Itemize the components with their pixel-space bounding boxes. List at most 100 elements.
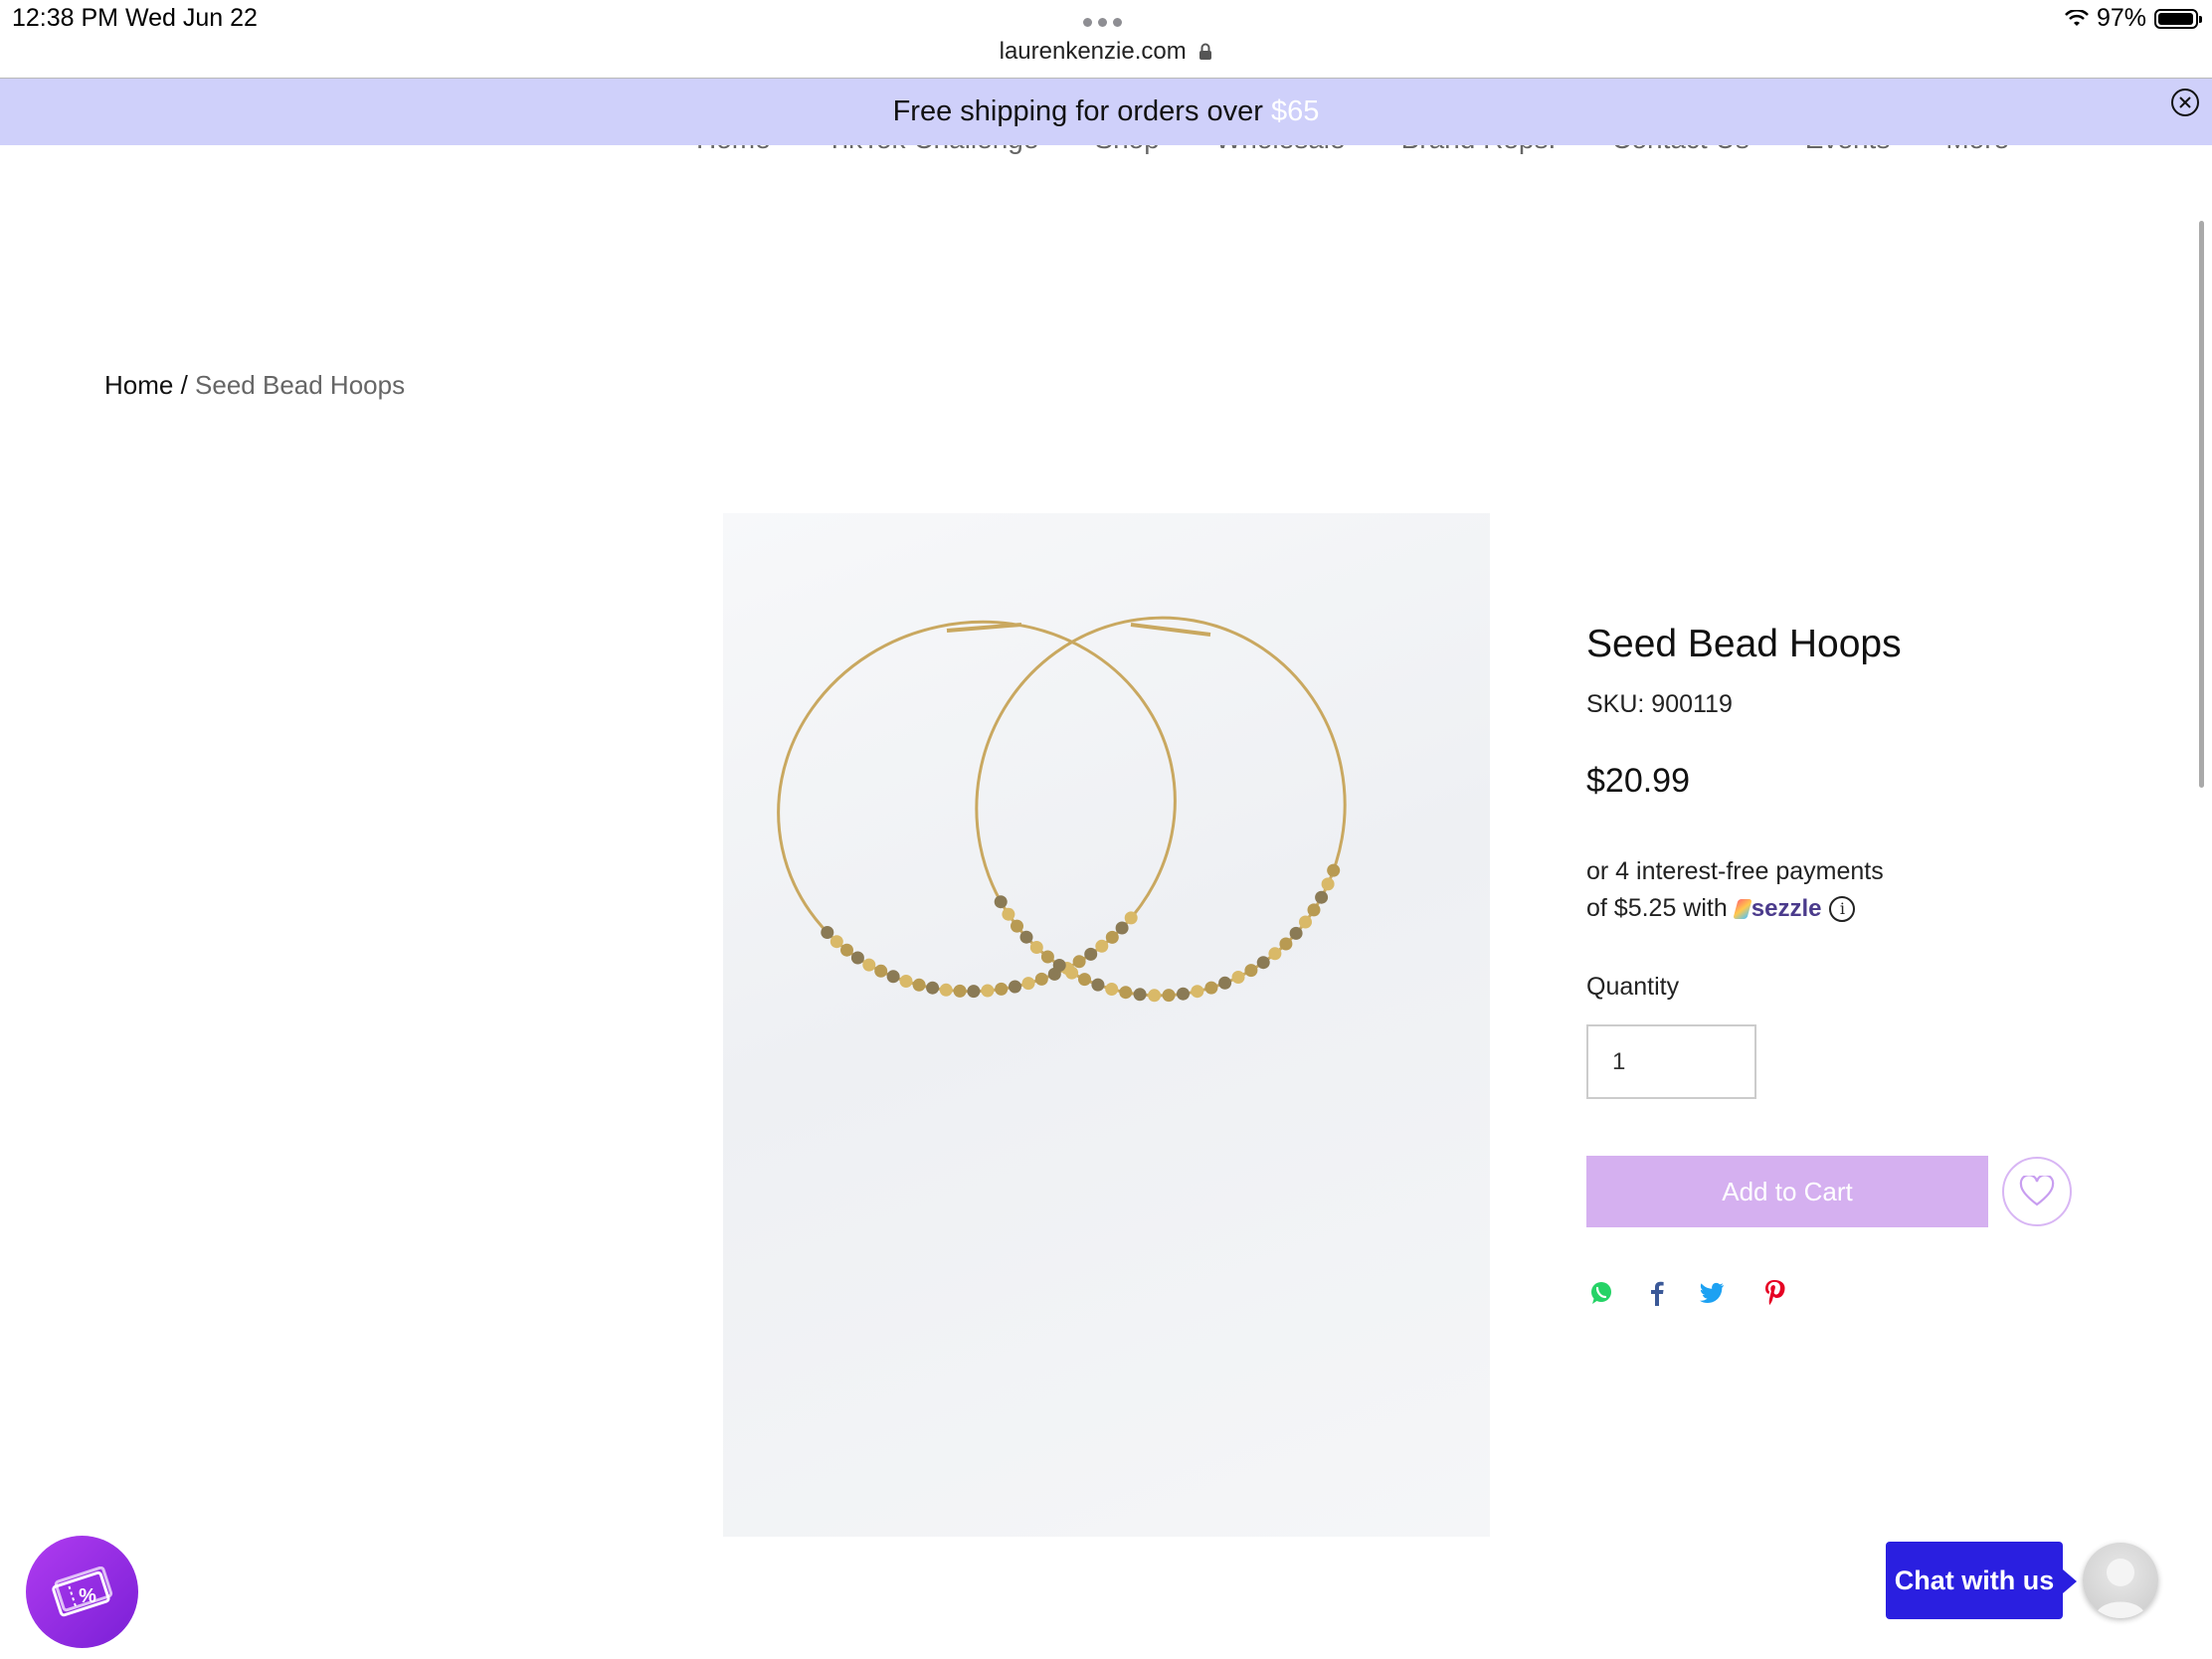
bead	[1279, 937, 1293, 951]
bead	[1204, 981, 1218, 995]
pinterest-icon	[1765, 1280, 1785, 1305]
nav-item-events[interactable]: Events	[1805, 145, 1891, 155]
bead	[926, 981, 940, 995]
bead	[1256, 956, 1270, 970]
coupon-icon: %	[51, 1566, 112, 1616]
nav-item-more[interactable]: More	[1945, 145, 2009, 155]
nav-item-brand-reps[interactable]: Brand Reps.	[1401, 145, 1557, 155]
bead	[1177, 987, 1190, 1001]
bead	[1307, 903, 1321, 917]
product-title: Seed Bead Hoops	[1586, 623, 1902, 665]
twitter-share-button[interactable]	[1698, 1279, 1726, 1307]
close-icon	[2179, 96, 2191, 108]
percent-glyph: %	[79, 1585, 96, 1607]
coupon-widget-button[interactable]: %	[26, 1536, 138, 1648]
product-sku: SKU: 900119	[1586, 690, 1733, 718]
bead	[1327, 863, 1341, 877]
sezzle-logo[interactable]: sezzle	[1733, 894, 1822, 923]
quantity-label: Quantity	[1586, 973, 1680, 1001]
address-bar[interactable]: laurenkenzie.com	[0, 38, 2212, 66]
bead	[1115, 921, 1129, 935]
sezzle-mark-icon	[1733, 898, 1752, 919]
bead	[899, 975, 913, 988]
bead	[1009, 980, 1021, 994]
bead	[967, 985, 981, 999]
url-text: laurenkenzie.com	[999, 38, 1187, 65]
bead	[1124, 911, 1138, 925]
bead	[1299, 915, 1312, 929]
bead	[939, 983, 953, 997]
nav-item-home[interactable]: Home	[696, 145, 771, 155]
nav-item-shop[interactable]: Shop	[1094, 145, 1159, 155]
bead	[1029, 941, 1043, 954]
quantity-input[interactable]	[1586, 1024, 1756, 1099]
bead	[1133, 988, 1147, 1002]
product-image[interactable]	[723, 513, 1490, 1537]
bead	[995, 982, 1009, 996]
site-nav: Home TikTok Challenge Shop Wholesale Brand R…	[0, 145, 2212, 161]
battery-icon	[2154, 8, 2202, 29]
bead	[830, 935, 843, 949]
installments-line2: of $5.25 with sezzle i	[1586, 894, 1856, 923]
person-icon	[2095, 1559, 2146, 1618]
breadcrumb-home[interactable]: Home	[104, 370, 173, 400]
lock-icon	[1199, 43, 1212, 60]
chat-bubble-tail	[2063, 1569, 2077, 1593]
bead	[1119, 986, 1133, 1000]
chat-button[interactable]: Chat with us	[1886, 1542, 2063, 1619]
promo-text: Free shipping for orders over $65	[0, 95, 2212, 128]
breadcrumb-separator: /	[173, 370, 196, 400]
bead	[874, 964, 888, 978]
bead	[1244, 964, 1258, 978]
tab-options-dots[interactable]	[1083, 18, 1122, 27]
status-indicators: 97%	[2065, 4, 2202, 33]
bead	[1034, 972, 1048, 986]
nav-item-tiktok-challenge[interactable]: TikTok Challenge	[827, 145, 1039, 155]
bead	[1315, 890, 1329, 904]
promo-prefix: Free shipping for orders over	[892, 95, 1271, 127]
facebook-share-button[interactable]	[1643, 1279, 1671, 1307]
bead	[1040, 950, 1054, 964]
bead	[850, 951, 864, 965]
facebook-icon	[1651, 1281, 1664, 1306]
bead	[1065, 966, 1079, 980]
sezzle-brand: sezzle	[1751, 894, 1822, 922]
bead	[1095, 939, 1109, 953]
bead	[1105, 930, 1119, 944]
battery-percent: 97%	[2096, 4, 2146, 32]
nav-item-wholesale[interactable]: Wholesale	[1215, 145, 1346, 155]
close-banner-button[interactable]	[2171, 89, 2199, 116]
bead	[1162, 989, 1176, 1003]
bead	[821, 926, 834, 939]
add-to-cart-button[interactable]: Add to Cart	[1586, 1156, 1988, 1227]
pinterest-share-button[interactable]	[1760, 1279, 1788, 1307]
bead	[1231, 971, 1245, 984]
twitter-icon	[1700, 1282, 1724, 1303]
nav-item-contact-us[interactable]: Contact Us	[1611, 145, 1750, 155]
bead	[1052, 959, 1066, 972]
bead	[1091, 978, 1105, 992]
wishlist-button[interactable]	[2002, 1157, 2072, 1226]
bead	[1268, 947, 1282, 961]
whatsapp-icon	[1591, 1282, 1611, 1304]
product-price: $20.99	[1586, 762, 1690, 800]
installments-text: of $5.25 with	[1586, 894, 1728, 922]
bead	[1021, 977, 1035, 991]
bead	[862, 958, 876, 972]
installments-line1: or 4 interest-free payments	[1586, 857, 1884, 885]
bead	[1105, 983, 1119, 996]
bead	[1078, 973, 1091, 987]
bead	[953, 984, 967, 998]
promo-amount: $65	[1271, 95, 1320, 127]
status-time: 12:38 PM Wed Jun 22	[12, 4, 258, 32]
whatsapp-share-button[interactable]	[1587, 1279, 1615, 1307]
heart-icon	[2019, 1176, 2055, 1206]
page-scrollbar[interactable]	[2199, 221, 2204, 788]
info-icon[interactable]: i	[1829, 895, 1856, 922]
hoop-earrings-illustration	[777, 616, 1347, 1003]
breadcrumb: Home / Seed Bead Hoops	[104, 370, 405, 401]
chat-avatar[interactable]	[2083, 1543, 2158, 1618]
bead	[1019, 930, 1033, 944]
bead	[1072, 955, 1086, 969]
bead	[1321, 877, 1335, 891]
